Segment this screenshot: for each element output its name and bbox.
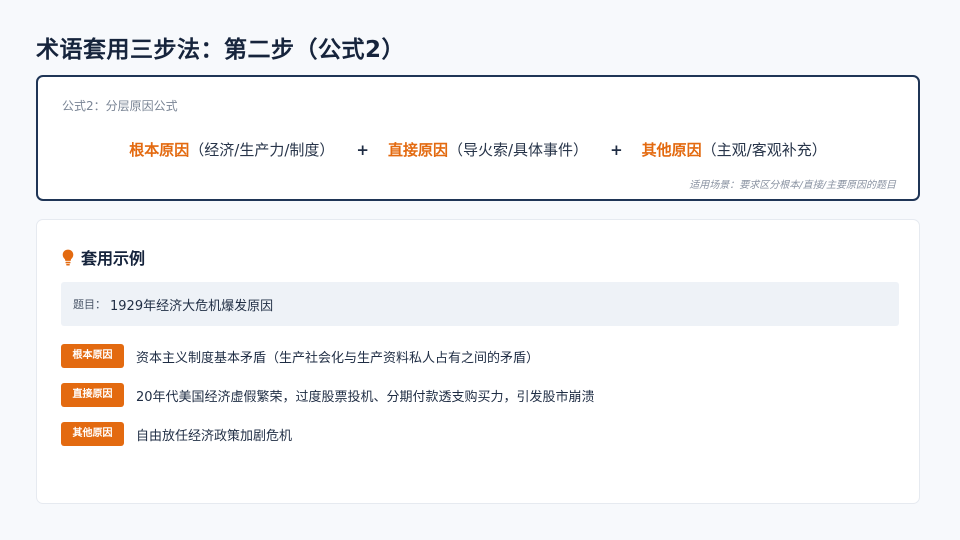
example-card: 套用示例 题目： 1929年经济大危机爆发原因 根本原因 资本主义制度基本矛盾（… — [36, 219, 920, 504]
formula-term-other: 其他原因（主观/客观补充） — [642, 139, 827, 160]
example-row-root-cause: 根本原因 资本主义制度基本矛盾（生产社会化与生产资料私人占有之间的矛盾） — [61, 344, 595, 368]
example-row-other-cause: 其他原因 自由放任经济政策加剧危机 — [61, 422, 595, 446]
formula-term-desc: （主观/客观补充） — [701, 141, 827, 159]
cause-text: 20年代美国经济虚假繁荣，过度股票投机、分期付款透支购买力，引发股市崩溃 — [136, 389, 595, 405]
formula-term-desc: （经济/生产力/制度） — [189, 141, 335, 159]
question-text: 1929年经济大危机爆发原因 — [110, 298, 274, 314]
formula-term-direct: 直接原因（导火索/具体事件） — [388, 139, 588, 160]
formula-row: 根本原因（经济/生产力/制度） + 直接原因（导火索/具体事件） + 其他原因（主观/客… — [38, 139, 918, 160]
scenario-note: 适用场景：要求区分根本/直接/主要原因的题目 — [689, 180, 896, 191]
question-label: 题目： — [73, 298, 106, 311]
question-box: 题目： 1929年经济大危机爆发原因 — [61, 282, 899, 326]
example-row-direct-cause: 直接原因 20年代美国经济虚假繁荣，过度股票投机、分期付款透支购买力，引发股市崩… — [61, 383, 595, 407]
example-title: 套用示例 — [81, 249, 146, 268]
formula-term-desc: （导火索/具体事件） — [448, 141, 589, 159]
lightbulb-icon — [62, 249, 74, 265]
formula-term-key: 直接原因 — [387, 141, 448, 159]
formula-term-key: 其他原因 — [641, 141, 702, 159]
formula-term-root: 根本原因（经济/生产力/制度） — [129, 139, 334, 160]
plus-operator: + — [356, 141, 369, 159]
cause-text: 资本主义制度基本矛盾（生产社会化与生产资料私人占有之间的矛盾） — [136, 350, 540, 366]
formula-term-key: 根本原因 — [129, 141, 190, 159]
cause-text: 自由放任经济政策加剧危机 — [136, 428, 293, 444]
example-header: 套用示例 — [62, 245, 145, 269]
plus-operator: + — [610, 141, 623, 159]
cause-tag: 直接原因 — [61, 383, 124, 407]
formula-card: 公式2：分层原因公式 根本原因（经济/生产力/制度） + 直接原因（导火索/具体事件… — [36, 75, 920, 201]
cause-tag: 根本原因 — [61, 344, 124, 368]
cause-tag: 其他原因 — [61, 422, 124, 446]
formula-name: 公式2：分层原因公式 — [62, 99, 178, 113]
example-rows: 根本原因 资本主义制度基本矛盾（生产社会化与生产资料私人占有之间的矛盾） 直接原… — [61, 344, 595, 461]
page-title: 术语套用三步法：第二步（公式2） — [36, 37, 406, 63]
